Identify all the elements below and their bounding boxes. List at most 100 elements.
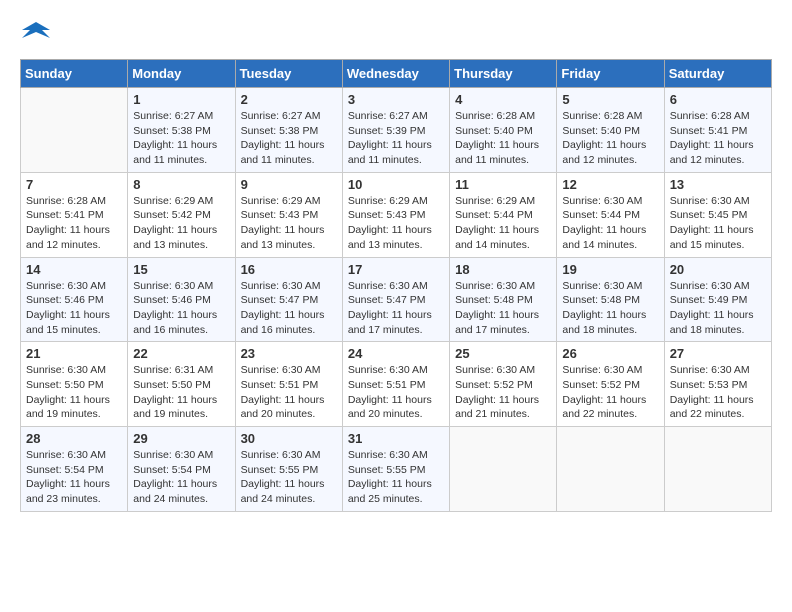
- day-info: Sunrise: 6:27 AMSunset: 5:38 PMDaylight:…: [133, 109, 229, 168]
- day-number: 31: [348, 431, 444, 446]
- calendar-cell: [664, 427, 771, 512]
- calendar-cell: 2Sunrise: 6:27 AMSunset: 5:38 PMDaylight…: [235, 88, 342, 173]
- calendar-cell: [21, 88, 128, 173]
- day-info: Sunrise: 6:28 AMSunset: 5:41 PMDaylight:…: [670, 109, 766, 168]
- day-number: 19: [562, 262, 658, 277]
- day-number: 4: [455, 92, 551, 107]
- day-info: Sunrise: 6:29 AMSunset: 5:43 PMDaylight:…: [348, 194, 444, 253]
- calendar-cell: 6 Sunrise: 6:28 AMSunset: 5:41 PMDaylight…: [664, 88, 771, 173]
- day-number: 1: [133, 92, 229, 107]
- day-number: 15: [133, 262, 229, 277]
- calendar-cell: 7 Sunrise: 6:28 AMSunset: 5:41 PMDaylight…: [21, 172, 128, 257]
- calendar-cell: 28Sunrise: 6:30 AMSunset: 5:54 PMDayligh…: [21, 427, 128, 512]
- header-thursday: Thursday: [450, 60, 557, 88]
- day-info: Sunrise: 6:30 AMSunset: 5:55 PMDaylight:…: [348, 448, 444, 507]
- day-number: 20: [670, 262, 766, 277]
- header-wednesday: Wednesday: [342, 60, 449, 88]
- day-number: 29: [133, 431, 229, 446]
- calendar-cell: 4 Sunrise: 6:28 AMSunset: 5:40 PMDaylight…: [450, 88, 557, 173]
- calendar-cell: 12 Sunrise: 6:30 AMSunset: 5:44 PMDayligh…: [557, 172, 664, 257]
- calendar-table: Sunday Monday Tuesday Wednesday Thursday…: [20, 59, 772, 512]
- calendar-cell: 11 Sunrise: 6:29 AMSunset: 5:44 PMDayligh…: [450, 172, 557, 257]
- calendar-cell: 31 Sunrise: 6:30 AMSunset: 5:55 PMDayligh…: [342, 427, 449, 512]
- header-sunday: Sunday: [21, 60, 128, 88]
- day-info: Sunrise: 6:28 AMSunset: 5:41 PMDaylight:…: [26, 194, 122, 253]
- day-number: 5: [562, 92, 658, 107]
- logo-bird-icon: [22, 20, 50, 44]
- day-info: Sunrise: 6:30 AMSunset: 5:55 PMDaylight:…: [241, 448, 337, 507]
- calendar-cell: 17 Sunrise: 6:30 AMSunset: 5:47 PMDayligh…: [342, 257, 449, 342]
- day-number: 7: [26, 177, 122, 192]
- day-info: Sunrise: 6:27 AMSunset: 5:38 PMDaylight:…: [241, 109, 337, 168]
- day-info: Sunrise: 6:28 AMSunset: 5:40 PMDaylight:…: [562, 109, 658, 168]
- day-info: Sunrise: 6:30 AMSunset: 5:53 PMDaylight:…: [670, 363, 766, 422]
- calendar-cell: 18 Sunrise: 6:30 AMSunset: 5:48 PMDayligh…: [450, 257, 557, 342]
- day-info: Sunrise: 6:29 AMSunset: 5:42 PMDaylight:…: [133, 194, 229, 253]
- day-number: 26: [562, 346, 658, 361]
- calendar-cell: 5 Sunrise: 6:28 AMSunset: 5:40 PMDaylight…: [557, 88, 664, 173]
- day-number: 14: [26, 262, 122, 277]
- calendar-cell: 27Sunrise: 6:30 AMSunset: 5:53 PMDayligh…: [664, 342, 771, 427]
- page-header: [20, 20, 772, 49]
- day-number: 3: [348, 92, 444, 107]
- logo: [20, 20, 50, 49]
- calendar-cell: 23Sunrise: 6:30 AMSunset: 5:51 PMDayligh…: [235, 342, 342, 427]
- calendar-cell: 22 Sunrise: 6:31 AMSunset: 5:50 PMDayligh…: [128, 342, 235, 427]
- day-info: Sunrise: 6:29 AMSunset: 5:44 PMDaylight:…: [455, 194, 551, 253]
- day-info: Sunrise: 6:30 AMSunset: 5:52 PMDaylight:…: [455, 363, 551, 422]
- calendar-cell: 14 Sunrise: 6:30 AMSunset: 5:46 PMDayligh…: [21, 257, 128, 342]
- day-number: 16: [241, 262, 337, 277]
- calendar-week-row: 7 Sunrise: 6:28 AMSunset: 5:41 PMDaylight…: [21, 172, 772, 257]
- calendar-header-row: Sunday Monday Tuesday Wednesday Thursday…: [21, 60, 772, 88]
- calendar-cell: [450, 427, 557, 512]
- day-number: 25: [455, 346, 551, 361]
- day-number: 11: [455, 177, 551, 192]
- day-number: 18: [455, 262, 551, 277]
- day-info: Sunrise: 6:27 AMSunset: 5:39 PMDaylight:…: [348, 109, 444, 168]
- day-info: Sunrise: 6:30 AMSunset: 5:46 PMDaylight:…: [133, 279, 229, 338]
- day-info: Sunrise: 6:30 AMSunset: 5:44 PMDaylight:…: [562, 194, 658, 253]
- day-number: 22: [133, 346, 229, 361]
- day-number: 21: [26, 346, 122, 361]
- calendar-week-row: 21 Sunrise: 6:30 AMSunset: 5:50 PMDayligh…: [21, 342, 772, 427]
- day-info: Sunrise: 6:29 AMSunset: 5:43 PMDaylight:…: [241, 194, 337, 253]
- calendar-cell: 15 Sunrise: 6:30 AMSunset: 5:46 PMDayligh…: [128, 257, 235, 342]
- day-info: Sunrise: 6:30 AMSunset: 5:51 PMDaylight:…: [241, 363, 337, 422]
- day-info: Sunrise: 6:30 AMSunset: 5:52 PMDaylight:…: [562, 363, 658, 422]
- calendar-cell: 29 Sunrise: 6:30 AMSunset: 5:54 PMDayligh…: [128, 427, 235, 512]
- day-number: 10: [348, 177, 444, 192]
- calendar-cell: 19 Sunrise: 6:30 AMSunset: 5:48 PMDayligh…: [557, 257, 664, 342]
- day-number: 12: [562, 177, 658, 192]
- day-info: Sunrise: 6:30 AMSunset: 5:49 PMDaylight:…: [670, 279, 766, 338]
- day-number: 30: [241, 431, 337, 446]
- calendar-week-row: 14 Sunrise: 6:30 AMSunset: 5:46 PMDayligh…: [21, 257, 772, 342]
- calendar-week-row: 1 Sunrise: 6:27 AMSunset: 5:38 PMDaylight…: [21, 88, 772, 173]
- day-info: Sunrise: 6:30 AMSunset: 5:51 PMDaylight:…: [348, 363, 444, 422]
- calendar-cell: 16 Sunrise: 6:30 AMSunset: 5:47 PMDayligh…: [235, 257, 342, 342]
- calendar-cell: 9Sunrise: 6:29 AMSunset: 5:43 PMDaylight…: [235, 172, 342, 257]
- header-friday: Friday: [557, 60, 664, 88]
- header-monday: Monday: [128, 60, 235, 88]
- calendar-cell: 24Sunrise: 6:30 AMSunset: 5:51 PMDayligh…: [342, 342, 449, 427]
- day-info: Sunrise: 6:30 AMSunset: 5:45 PMDaylight:…: [670, 194, 766, 253]
- day-info: Sunrise: 6:28 AMSunset: 5:40 PMDaylight:…: [455, 109, 551, 168]
- calendar-cell: 30 Sunrise: 6:30 AMSunset: 5:55 PMDayligh…: [235, 427, 342, 512]
- calendar-cell: 26 Sunrise: 6:30 AMSunset: 5:52 PMDayligh…: [557, 342, 664, 427]
- day-info: Sunrise: 6:30 AMSunset: 5:47 PMDaylight:…: [348, 279, 444, 338]
- logo-text: [20, 20, 50, 49]
- calendar-week-row: 28Sunrise: 6:30 AMSunset: 5:54 PMDayligh…: [21, 427, 772, 512]
- calendar-cell: 20 Sunrise: 6:30 AMSunset: 5:49 PMDayligh…: [664, 257, 771, 342]
- calendar-cell: 21 Sunrise: 6:30 AMSunset: 5:50 PMDayligh…: [21, 342, 128, 427]
- calendar-cell: 3 Sunrise: 6:27 AMSunset: 5:39 PMDaylight…: [342, 88, 449, 173]
- day-info: Sunrise: 6:30 AMSunset: 5:48 PMDaylight:…: [455, 279, 551, 338]
- day-info: Sunrise: 6:30 AMSunset: 5:47 PMDaylight:…: [241, 279, 337, 338]
- day-info: Sunrise: 6:30 AMSunset: 5:48 PMDaylight:…: [562, 279, 658, 338]
- calendar-cell: 13Sunrise: 6:30 AMSunset: 5:45 PMDayligh…: [664, 172, 771, 257]
- header-tuesday: Tuesday: [235, 60, 342, 88]
- day-number: 17: [348, 262, 444, 277]
- day-info: Sunrise: 6:30 AMSunset: 5:46 PMDaylight:…: [26, 279, 122, 338]
- day-info: Sunrise: 6:30 AMSunset: 5:54 PMDaylight:…: [133, 448, 229, 507]
- day-info: Sunrise: 6:31 AMSunset: 5:50 PMDaylight:…: [133, 363, 229, 422]
- day-number: 6: [670, 92, 766, 107]
- day-info: Sunrise: 6:30 AMSunset: 5:50 PMDaylight:…: [26, 363, 122, 422]
